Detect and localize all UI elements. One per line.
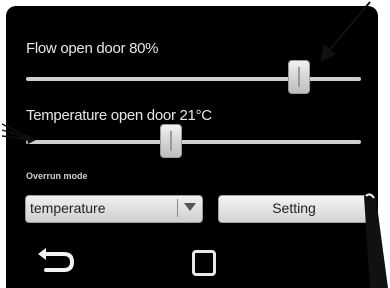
temperature-slider-track[interactable] — [26, 140, 361, 144]
flow-slider-thumb[interactable] — [288, 60, 310, 94]
flow-slider-track[interactable] — [26, 77, 361, 81]
arrow-pointer-top-right — [320, 1, 371, 62]
setting-button[interactable]: Setting — [218, 195, 370, 223]
temperature-slider-thumb[interactable] — [160, 124, 182, 158]
back-arrow-icon[interactable] — [36, 246, 80, 278]
overrun-mode-select[interactable]: temperature — [25, 195, 203, 223]
chevron-down-icon — [184, 203, 196, 211]
flow-label: Flow open door 80% — [26, 40, 159, 57]
overrun-mode-value: temperature — [30, 200, 106, 216]
arrow-pointer-left — [1, 123, 36, 144]
select-divider — [177, 199, 178, 217]
home-square-icon[interactable] — [192, 250, 216, 276]
overrun-mode-label: Overrun mode — [26, 171, 88, 181]
temperature-label: Temperature open door 21°C — [26, 107, 212, 124]
stylus-pointer — [364, 193, 388, 288]
